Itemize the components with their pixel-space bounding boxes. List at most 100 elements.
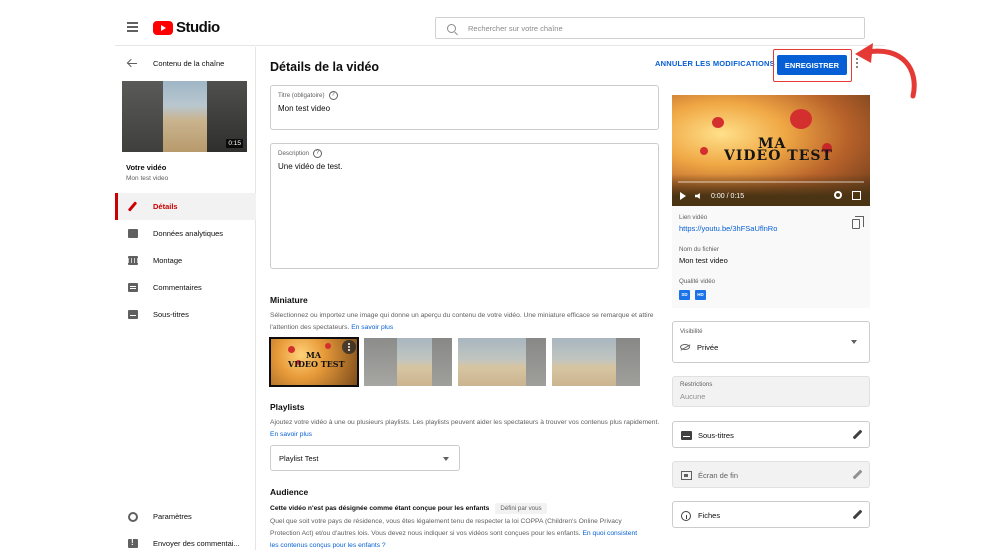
thumbnail-option-selected[interactable]: MA VIDEO TEST	[269, 337, 359, 387]
menu-icon[interactable]	[127, 22, 138, 32]
sidebar-item-analytics[interactable]: Données analytiques	[115, 220, 256, 247]
annotation-arrow-icon	[855, 43, 917, 99]
filename-value: Mon test video	[679, 256, 728, 265]
thumbnail-learn-more-link[interactable]: En savoir plus	[351, 324, 393, 331]
sidebar-item-label: Montage	[153, 256, 183, 265]
audience-description: Quel que soit votre pays de résidence, v…	[270, 516, 645, 550]
description-field-label: Description ?	[278, 149, 322, 158]
visibility-label: Visibilité	[680, 328, 703, 335]
sidebar: Contenu de la chaîne 0:15 Votre vidéo Mo…	[115, 47, 256, 550]
playlists-heading: Playlists	[270, 402, 305, 412]
player-progress-bar[interactable]	[678, 181, 864, 183]
your-video-label: Votre vidéo	[126, 163, 167, 172]
sidebar-bottom-nav: Paramètres Envoyer des commentai...	[115, 503, 256, 550]
save-button[interactable]: ENREGISTRER	[777, 55, 847, 75]
studio-logo[interactable]: Studio	[153, 19, 220, 36]
end-screen-label: Écran de fin	[698, 471, 739, 480]
chevron-down-icon	[443, 457, 449, 461]
chevron-down-icon	[851, 340, 857, 344]
playlist-select[interactable]: Playlist Test	[270, 445, 460, 471]
title-field[interactable]: Titre (obligatoire) ? Mon test video	[270, 85, 659, 130]
comments-icon	[128, 283, 138, 292]
thumbnail-title-line2: VIDEO TEST	[288, 359, 345, 369]
sidebar-item-settings[interactable]: Paramètres	[115, 503, 256, 530]
more-options-icon[interactable]	[342, 340, 356, 354]
play-icon[interactable]	[680, 192, 686, 200]
filename-label: Nom du fichier	[679, 246, 719, 253]
video-thumbnail[interactable]: 0:15	[122, 81, 247, 152]
video-name: Mon test video	[126, 175, 169, 182]
playlist-selected-value: Playlist Test	[279, 454, 319, 463]
audience-text: Quel que soit votre pays de résidence, v…	[270, 518, 622, 537]
analytics-icon	[128, 229, 138, 238]
player-settings-icon[interactable]	[834, 191, 842, 199]
feedback-icon	[128, 538, 138, 548]
thumbnail-option[interactable]	[364, 338, 452, 386]
player-title-line2: VIDEO TEST	[724, 148, 833, 164]
sidebar-item-label: Sous-titres	[153, 310, 189, 319]
quality-label: Qualité vidéo	[679, 278, 716, 285]
fullscreen-icon[interactable]	[852, 191, 861, 200]
sidebar-nav: Détails Données analytiques Montage Comm…	[115, 193, 256, 328]
playlists-description: Ajoutez votre vidéo à une ou plusieurs p…	[270, 417, 665, 441]
thumbnail-option[interactable]	[458, 338, 546, 386]
logo-text: Studio	[176, 19, 220, 36]
copy-icon[interactable]	[852, 216, 864, 229]
video-player[interactable]: MA VIDEO TEST 0:00 / 0:15	[672, 95, 870, 206]
back-to-content-button[interactable]: Contenu de la chaîne	[115, 47, 256, 81]
subtitles-label: Sous-titres	[698, 431, 734, 440]
sidebar-item-subtitles[interactable]: Sous-titres	[115, 301, 256, 328]
subtitles-icon	[681, 431, 692, 440]
volume-icon[interactable]	[695, 193, 700, 199]
thumbnail-option[interactable]	[552, 338, 640, 386]
sidebar-item-feedback[interactable]: Envoyer des commentai...	[115, 530, 256, 550]
sd-badge: SD	[679, 290, 690, 300]
edit-pencil-icon[interactable]	[852, 469, 863, 480]
restrictions-value: Aucune	[680, 392, 706, 401]
edit-pencil-icon[interactable]	[852, 509, 863, 520]
edit-pencil-icon[interactable]	[852, 429, 863, 440]
audience-heading: Audience	[270, 487, 309, 497]
hd-badge: HD	[695, 290, 706, 300]
end-screen-row[interactable]: Écran de fin	[672, 461, 870, 488]
sidebar-item-label: Envoyer des commentai...	[153, 539, 240, 548]
main-content: Détails de la vidéo ANNULER LES MODIFICA…	[257, 47, 885, 550]
restrictions-label: Restrictions	[680, 381, 713, 388]
description-value: Une vidéo de test.	[278, 162, 343, 171]
page-title: Détails de la vidéo	[270, 60, 380, 74]
description-field[interactable]: Description ? Une vidéo de test.	[270, 143, 659, 269]
sidebar-item-editor[interactable]: Montage	[115, 247, 256, 274]
video-preview-card: MA VIDEO TEST 0:00 / 0:15 Lien vidéo htt…	[672, 95, 870, 308]
thumbnail-description: Sélectionnez ou importez une image qui d…	[270, 310, 665, 334]
sidebar-item-details[interactable]: Détails	[115, 193, 256, 220]
youtube-logo-icon	[153, 20, 173, 35]
visibility-select[interactable]: Visibilité Privée	[672, 321, 870, 363]
pencil-icon	[128, 202, 138, 211]
subtitles-row[interactable]: Sous-titres	[672, 421, 870, 448]
playlists-learn-more-link[interactable]: En savoir plus	[270, 431, 312, 438]
sidebar-item-label: Commentaires	[153, 283, 202, 292]
studio-window: Studio Rechercher sur votre chaîne Conte…	[115, 10, 885, 550]
sidebar-item-comments[interactable]: Commentaires	[115, 274, 256, 301]
gear-icon	[128, 511, 138, 522]
search-placeholder: Rechercher sur votre chaîne	[468, 23, 563, 33]
search-icon	[447, 23, 456, 33]
sidebar-item-label: Données analytiques	[153, 229, 224, 238]
back-label: Contenu de la chaîne	[153, 59, 225, 68]
cards-label: Fiches	[698, 511, 721, 520]
thumbnail-heading: Miniature	[270, 295, 308, 305]
help-icon[interactable]: ?	[312, 149, 322, 158]
help-icon[interactable]: ?	[328, 91, 338, 100]
cards-row[interactable]: Fiches	[672, 501, 870, 528]
video-link[interactable]: https://youtu.be/3hFSaUflnRo	[679, 224, 777, 233]
title-value: Mon test video	[278, 104, 331, 113]
video-duration: 0:15	[226, 139, 243, 148]
thumbnail-text: Sélectionnez ou importez une image qui d…	[270, 312, 654, 331]
player-controls: 0:00 / 0:15	[680, 192, 744, 200]
search-input[interactable]: Rechercher sur votre chaîne	[435, 17, 865, 39]
audience-status: Cette vidéo n'est pas désignée comme éta…	[270, 503, 547, 514]
undo-changes-button[interactable]: ANNULER LES MODIFICATIONS	[655, 59, 775, 68]
description-label-text: Description	[278, 150, 309, 157]
eye-off-icon	[680, 344, 690, 350]
editor-icon	[128, 256, 138, 265]
